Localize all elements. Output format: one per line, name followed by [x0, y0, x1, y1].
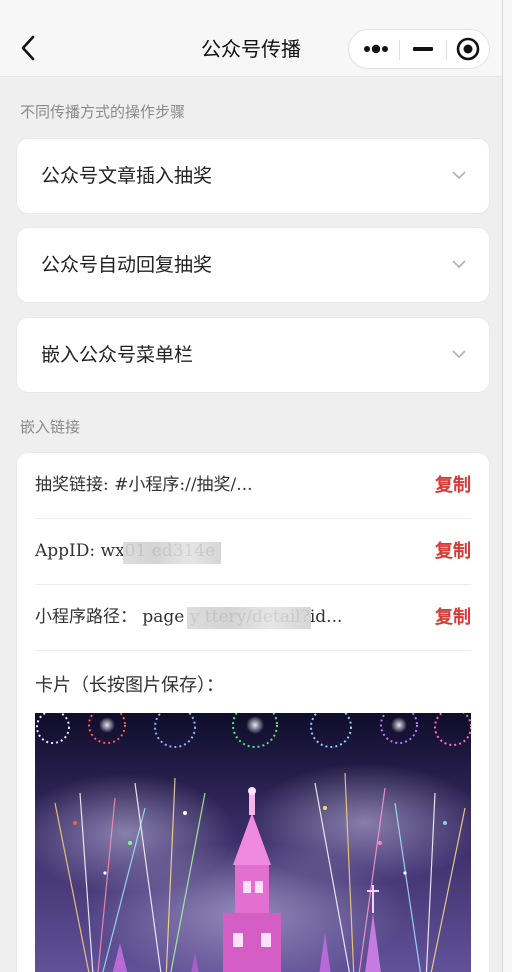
accordion-title: 公众号自动回复抽奖: [41, 254, 213, 276]
capsule-menu: [348, 29, 490, 69]
link-row-path: 小程序路径： page y ttery/detail?id... 复制: [35, 585, 471, 651]
redaction-blur: [187, 607, 311, 629]
fireworks-castle-image: [35, 713, 471, 972]
minimize-icon: [413, 47, 433, 51]
accordion-title: 嵌入公众号菜单栏: [41, 344, 194, 366]
section-label-links: 嵌入链接: [20, 418, 81, 436]
navigation-bar: 公众号传播: [0, 0, 502, 77]
more-button[interactable]: [353, 30, 399, 68]
accordion-article-insert[interactable]: 公众号文章插入抽奖: [16, 138, 490, 214]
copy-lottery-link-button[interactable]: 复制: [435, 453, 471, 518]
minimize-button[interactable]: [400, 30, 446, 68]
window-edge: [503, 0, 512, 972]
share-card-caption: 卡片（长按图片保存）：: [35, 675, 224, 696]
accordion-menu-bar[interactable]: 嵌入公众号菜单栏: [16, 317, 490, 393]
accordion-auto-reply[interactable]: 公众号自动回复抽奖: [16, 227, 490, 303]
link-row-appid: AppID: wx01 ed314e 复制: [35, 519, 471, 585]
link-row-lottery: 抽奖链接: #小程序://抽奖/... 复制: [35, 453, 471, 519]
section-label-steps: 不同传播方式的操作步骤: [20, 103, 186, 121]
lottery-link-text: 抽奖链接: #小程序://抽奖/...: [35, 475, 253, 495]
share-card-image[interactable]: [35, 713, 471, 972]
chevron-down-icon: [452, 260, 466, 269]
mini-program-page: 公众号传播 不同传播方式的操作步骤 公众号文章插入抽奖 公众号自动回复抽奖 嵌入…: [0, 0, 503, 972]
chevron-down-icon: [452, 350, 466, 359]
copy-appid-button[interactable]: 复制: [435, 519, 471, 584]
more-dots-icon: [364, 44, 388, 54]
embed-links-panel: 抽奖链接: #小程序://抽奖/... 复制 AppID: wx01 ed314…: [16, 452, 490, 972]
redaction-blur: [123, 542, 221, 564]
target-close-icon: [456, 37, 480, 61]
close-button[interactable]: [445, 30, 491, 68]
chevron-down-icon: [452, 171, 466, 180]
copy-path-button[interactable]: 复制: [435, 585, 471, 650]
accordion-title: 公众号文章插入抽奖: [41, 165, 213, 187]
